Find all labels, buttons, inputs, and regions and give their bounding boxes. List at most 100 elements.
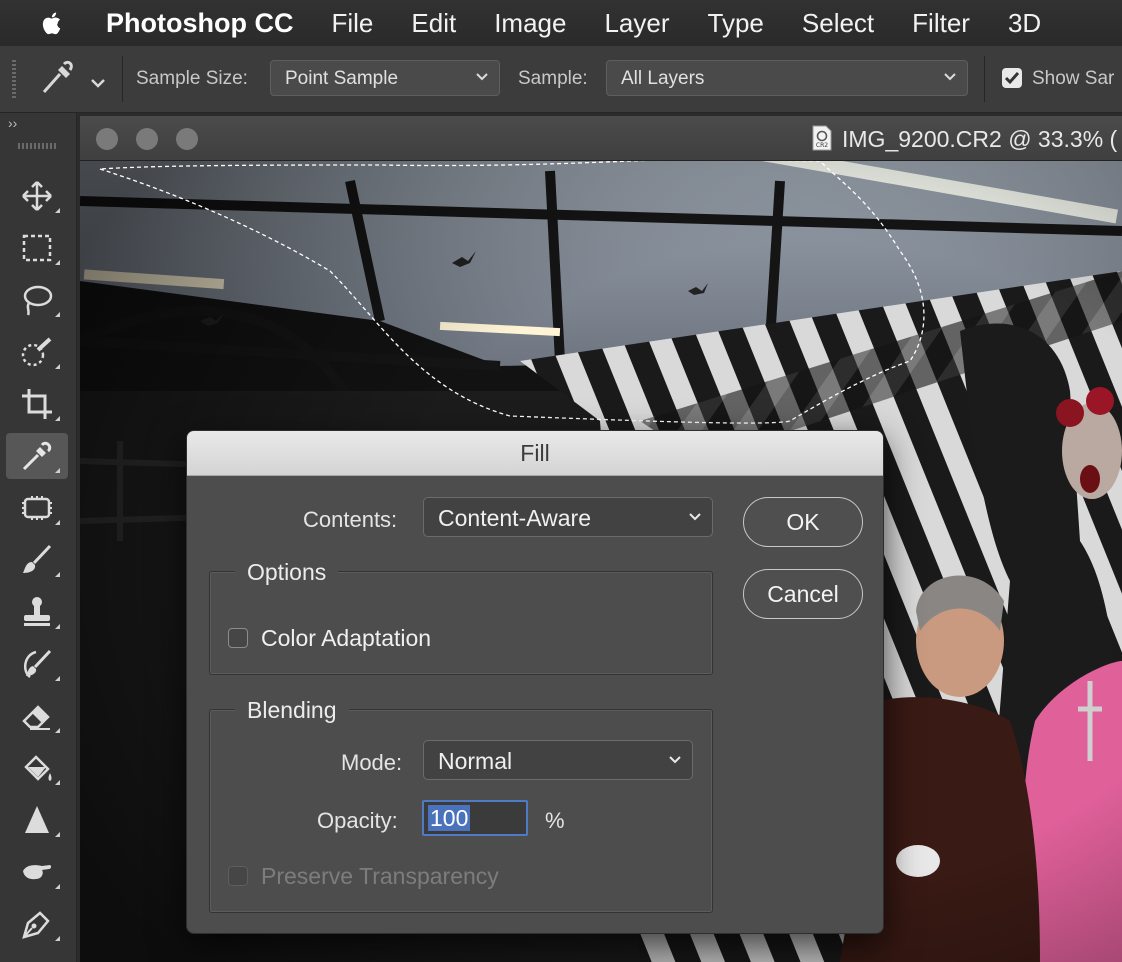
fill-dialog-title[interactable]: Fill: [187, 431, 883, 476]
app-name-menu[interactable]: Photoshop CC: [106, 8, 293, 39]
tool-flyout-corner: [55, 624, 60, 629]
sample-size-value: Point Sample: [285, 68, 399, 89]
move-tool[interactable]: [6, 173, 68, 219]
tool-flyout-corner: [55, 260, 60, 265]
tool-flyout-corner: [55, 572, 60, 577]
sample-size-label: Sample Size:: [136, 68, 248, 89]
show-sampling-ring-checkbox[interactable]: [1002, 68, 1022, 88]
color-adaptation-checkbox[interactable]: [228, 628, 248, 648]
tool-flyout-corner: [55, 416, 60, 421]
fill-dialog: Fill Contents: Content-Aware OK Cancel O…: [186, 430, 884, 934]
cancel-button[interactable]: Cancel: [743, 569, 863, 619]
tool-flyout-corner: [55, 728, 60, 733]
quick-selection-icon: [21, 337, 52, 367]
menu-filter[interactable]: Filter: [912, 8, 970, 39]
opacity-label: Opacity:: [317, 808, 398, 833]
show-sampling-ring-label: Show Sar: [1032, 68, 1115, 89]
window-close-button[interactable]: [96, 128, 118, 150]
stamp-icon: [24, 597, 50, 626]
contents-select[interactable]: Content-Aware: [423, 497, 713, 537]
mode-label: Mode:: [341, 750, 403, 775]
contents-label: Contents:: [303, 507, 398, 532]
spot-healing-tool[interactable]: [6, 485, 68, 531]
pen-icon: [22, 911, 50, 939]
opacity-unit: %: [545, 808, 565, 833]
sample-label: Sample:: [518, 68, 588, 89]
quick-selection-tool[interactable]: [6, 329, 68, 375]
chevron-down-icon: [689, 513, 701, 521]
sample-layers-select[interactable]: All Layers: [606, 60, 968, 96]
paint-bucket-icon: [24, 755, 52, 781]
preserve-transparency-checkbox[interactable]: [228, 866, 248, 886]
sample-size-select[interactable]: Point Sample: [270, 60, 500, 96]
menu-image[interactable]: Image: [494, 8, 566, 39]
move-icon: [22, 181, 52, 211]
menu-select[interactable]: Select: [802, 8, 874, 39]
lasso-icon: [23, 285, 53, 316]
ok-button[interactable]: OK: [743, 497, 863, 547]
options-bar: Sample Size: Point Sample Sample: All La…: [0, 46, 1122, 113]
tool-flyout-corner: [55, 364, 60, 369]
checkmark-icon: [1004, 72, 1020, 85]
tool-flyout-corner: [55, 520, 60, 525]
menu-edit[interactable]: Edit: [411, 8, 456, 39]
crop-tool[interactable]: [6, 381, 68, 427]
brush-tool[interactable]: [6, 537, 68, 583]
menu-layer[interactable]: Layer: [604, 8, 669, 39]
document-title: CR2 IMG_9200.CR2 @ 33.3% (: [812, 125, 1117, 153]
lasso-tool[interactable]: [6, 277, 68, 323]
blending-group-title: Blending: [235, 697, 349, 724]
history-brush-icon: [23, 649, 52, 678]
tool-flyout-corner: [55, 312, 60, 317]
mode-select[interactable]: Normal: [423, 740, 693, 780]
smudge-tool[interactable]: [6, 849, 68, 895]
pen-tool[interactable]: [6, 901, 68, 947]
options-group: [209, 571, 713, 675]
tools-panel-grip[interactable]: [18, 143, 56, 149]
menu-file[interactable]: File: [331, 8, 373, 39]
mode-value: Normal: [438, 748, 513, 774]
color-adaptation-label[interactable]: Color Adaptation: [261, 625, 431, 652]
eraser-icon: [22, 705, 50, 730]
sample-layers-value: All Layers: [621, 68, 705, 89]
crop-icon: [22, 389, 52, 419]
tool-flyout-corner: [55, 468, 60, 473]
tool-flyout-corner: [55, 780, 60, 785]
healing-icon: [22, 496, 52, 520]
tool-flyout-corner: [55, 832, 60, 837]
paint-bucket-tool[interactable]: [6, 745, 68, 791]
marquee-tool[interactable]: [6, 225, 68, 271]
document-title-bar[interactable]: CR2 IMG_9200.CR2 @ 33.3% (: [80, 116, 1122, 161]
window-zoom-button[interactable]: [176, 128, 198, 150]
rectangular-marquee-icon: [22, 234, 52, 262]
window-minimize-button[interactable]: [136, 128, 158, 150]
preserve-transparency-label: Preserve Transparency: [261, 863, 499, 889]
brush-icon: [23, 544, 52, 573]
menu-type[interactable]: Type: [708, 8, 764, 39]
document-title-text: IMG_9200.CR2 @ 33.3% (: [842, 126, 1118, 152]
raw-file-icon: CR2: [812, 125, 832, 151]
apple-icon[interactable]: [38, 8, 66, 38]
clone-stamp-tool[interactable]: [6, 589, 68, 635]
contents-value: Content-Aware: [438, 505, 591, 531]
tool-flyout-corner: [55, 208, 60, 213]
options-separator: [122, 56, 123, 102]
eraser-tool[interactable]: [6, 693, 68, 739]
expand-panel-icon[interactable]: ››: [8, 115, 17, 131]
chevron-down-icon: [476, 73, 488, 81]
sharpen-tool[interactable]: [6, 797, 68, 843]
eyedropper-icon: [22, 441, 52, 471]
tool-flyout-corner: [55, 676, 60, 681]
opacity-input[interactable]: 100: [422, 800, 528, 836]
file-badge-text: CR2: [816, 142, 828, 149]
options-bar-grip[interactable]: [12, 60, 16, 98]
smudge-icon: [23, 865, 52, 880]
tool-flyout-corner: [55, 884, 60, 889]
eyedropper-tool[interactable]: [6, 433, 68, 479]
options-group-title: Options: [235, 559, 339, 586]
tool-flyout-corner: [55, 936, 60, 941]
menu-3d[interactable]: 3D: [1008, 8, 1041, 39]
chevron-down-icon: [944, 73, 956, 81]
tool-preset-picker[interactable]: [38, 60, 108, 98]
history-brush-tool[interactable]: [6, 641, 68, 687]
